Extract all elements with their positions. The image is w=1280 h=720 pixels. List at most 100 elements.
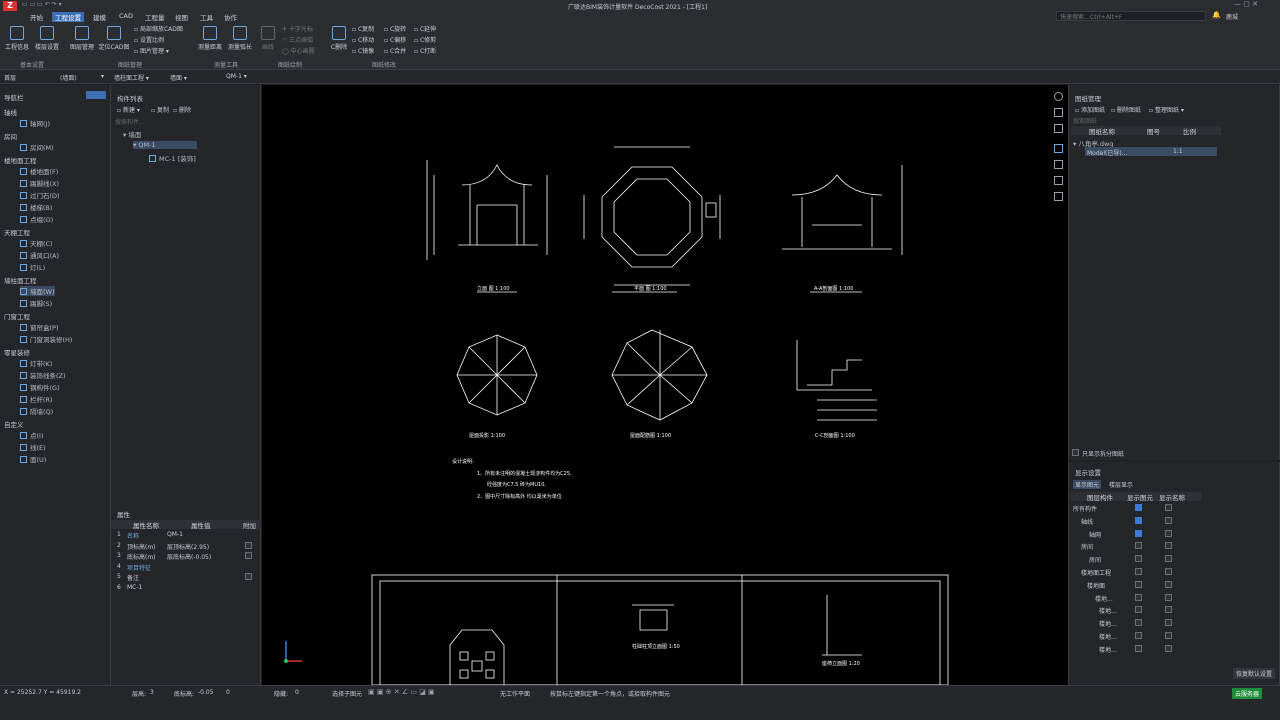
snap-tools-icon[interactable]: ▣ ▣ ⊕ ✕ ∠ ▭ ◪ ▣: [368, 688, 435, 696]
nav-group[interactable]: 楼地面工程: [4, 155, 37, 165]
display-element-checkbox[interactable]: [1135, 644, 1142, 652]
display-element-checkbox[interactable]: [1135, 542, 1142, 550]
category-select[interactable]: 墙柱面工程 ▾: [114, 73, 164, 82]
nav-item[interactable]: 踢脚线(X): [20, 178, 59, 188]
menu-project-settings[interactable]: 工程设置: [52, 12, 84, 22]
prop-row-value[interactable]: 层顶标高(2.95): [167, 542, 209, 551]
c-move-button[interactable]: ▫ C移动: [352, 35, 374, 44]
c-merge-button[interactable]: ▫ C合并: [384, 46, 406, 55]
cloud-service-badge[interactable]: 云服务器: [1232, 688, 1263, 699]
layer-icon[interactable]: [1054, 144, 1063, 153]
delete-drawing-button[interactable]: ▫ 删除图纸: [1111, 105, 1141, 114]
display-element-checkbox[interactable]: [1135, 504, 1142, 511]
c-copy-button[interactable]: ▫ C复制: [352, 24, 374, 33]
component-qm1[interactable]: ▾ QM-1: [133, 141, 197, 149]
user-name[interactable]: 鹿城: [1226, 12, 1238, 21]
display-name-checkbox[interactable]: [1165, 504, 1172, 511]
quick-access-toolbar[interactable]: ▭ ▭ ▭ ↶ ↷ ▾: [22, 1, 62, 8]
menu-collab[interactable]: 协作: [224, 12, 237, 22]
delete-component-button[interactable]: ▫ 删除: [173, 105, 191, 114]
add-drawing-button[interactable]: ▫ 添加图纸: [1075, 105, 1105, 114]
display-element-checkbox[interactable]: [1135, 516, 1142, 524]
c-break-button[interactable]: ▫ C打断: [414, 46, 436, 55]
nav-group[interactable]: 墙柱面工程: [4, 275, 37, 285]
view-icon[interactable]: [1054, 124, 1063, 133]
c-delete-button[interactable]: C删除: [328, 26, 350, 51]
partial-zoom-cad-button[interactable]: ▫ 局部缩放CAD图: [134, 24, 183, 33]
c-extend-button[interactable]: ▫ C延伸: [414, 24, 436, 33]
nav-item[interactable]: 楼梯(B): [20, 202, 53, 212]
nav-item[interactable]: 栏杆(R): [20, 394, 53, 404]
menu-view[interactable]: 视图: [175, 12, 188, 22]
nav-group[interactable]: 天棚工程: [4, 227, 30, 237]
nav-group[interactable]: 房间: [4, 131, 17, 141]
nav-item[interactable]: 门窗洞装修(H): [20, 334, 72, 344]
menu-tools[interactable]: 工具: [200, 12, 213, 22]
display-element-checkbox[interactable]: [1135, 606, 1142, 614]
display-name-checkbox[interactable]: [1165, 529, 1172, 537]
note-icon[interactable]: [1054, 192, 1063, 201]
display-element-checkbox[interactable]: [1135, 593, 1142, 601]
nav-group[interactable]: 零星装修: [4, 347, 30, 357]
layer-manage-button[interactable]: 图层管理: [68, 26, 96, 51]
nav-item[interactable]: 过门石(D): [20, 190, 60, 200]
select-icon[interactable]: [1054, 160, 1063, 169]
nav-item[interactable]: 隔墙(Q): [20, 406, 53, 416]
center-circle-button[interactable]: ◯ 中心画圆: [282, 46, 315, 55]
set-scale-button[interactable]: ▫ 设置比例: [134, 35, 164, 44]
cube-icon[interactable]: [1054, 108, 1063, 117]
component-select[interactable]: QM-1 ▾: [226, 73, 276, 80]
display-name-checkbox[interactable]: [1165, 555, 1172, 563]
display-name-checkbox[interactable]: [1165, 644, 1172, 652]
drawing-model-row[interactable]: Model(已导)... 1:1: [1085, 147, 1217, 157]
nav-item[interactable]: 点(I): [20, 430, 44, 440]
nav-item[interactable]: 楼地面(F): [20, 166, 58, 176]
menu-cad[interactable]: CAD: [119, 12, 133, 20]
drawing-search[interactable]: 搜索图纸: [1073, 116, 1097, 125]
nav-item[interactable]: 房间(M): [20, 142, 54, 152]
tab-display-elements[interactable]: 显示图元: [1073, 480, 1102, 489]
cad-canvas[interactable]: 立面 图 1:100 平面 图 1:100 A-A剖面图 1:100 屋面投影 …: [262, 85, 1068, 686]
nav-item[interactable]: 通风口(A): [20, 250, 59, 260]
display-element-checkbox[interactable]: [1135, 555, 1142, 563]
nav-item[interactable]: 灯带(K): [20, 358, 52, 368]
display-name-checkbox[interactable]: [1165, 568, 1172, 575]
c-rotate-button[interactable]: ▫ C旋转: [384, 24, 406, 33]
display-element-checkbox[interactable]: [1135, 529, 1142, 537]
component-type-select[interactable]: 墙面 ▾: [170, 73, 220, 82]
search-input[interactable]: 快速搜索…Ctrl+Alt+F: [1056, 11, 1206, 21]
menu-start[interactable]: 开始: [30, 12, 43, 22]
image-manage-button[interactable]: ▫ 图片管理 ▾: [134, 46, 169, 55]
prop-row-value[interactable]: QM-1: [167, 531, 183, 538]
nav-item[interactable]: 面(U): [20, 454, 46, 464]
nav-group[interactable]: 自定义: [4, 419, 24, 429]
menu-modeling[interactable]: 建模: [93, 12, 106, 22]
display-element-checkbox[interactable]: [1135, 580, 1142, 588]
display-element-checkbox[interactable]: [1135, 619, 1142, 627]
view-toggle-icon[interactable]: [86, 91, 106, 99]
prop-extra-checkbox[interactable]: [245, 552, 252, 559]
display-name-checkbox[interactable]: [1165, 606, 1172, 614]
select-subelement-button[interactable]: 选择子图元: [332, 689, 362, 698]
only-split-checkbox[interactable]: [1072, 449, 1079, 456]
display-name-checkbox[interactable]: [1165, 593, 1172, 601]
menu-quantity[interactable]: 工程量: [145, 12, 165, 22]
orbit-icon[interactable]: [1054, 92, 1063, 101]
component-mc1[interactable]: MC-1 [装饰]: [149, 153, 196, 163]
display-name-checkbox[interactable]: [1165, 580, 1172, 588]
prop-extra-checkbox[interactable]: [245, 573, 252, 580]
nav-group[interactable]: 轴线: [4, 107, 17, 117]
c-offset-button[interactable]: ▫ C偏移: [384, 35, 406, 44]
new-component-button[interactable]: ▫ 新建 ▾: [117, 105, 140, 114]
measure-arc-button[interactable]: 测量弧长: [226, 26, 254, 51]
filter-icon[interactable]: [1054, 176, 1063, 185]
bell-icon[interactable]: 🔔: [1212, 11, 1221, 19]
nav-item[interactable]: 墙面(W): [20, 286, 55, 296]
tab-floor-display[interactable]: 楼层显示: [1109, 480, 1133, 489]
component-root[interactable]: ▾ 墙面: [123, 129, 141, 139]
nav-item[interactable]: 点缀(O): [20, 214, 53, 224]
draw-line-button[interactable]: 画线: [258, 26, 278, 51]
display-name-checkbox[interactable]: [1165, 632, 1172, 639]
nav-item[interactable]: 钢构件(G): [20, 382, 60, 392]
organize-drawing-button[interactable]: ▫ 整理图纸 ▾: [1149, 105, 1184, 114]
